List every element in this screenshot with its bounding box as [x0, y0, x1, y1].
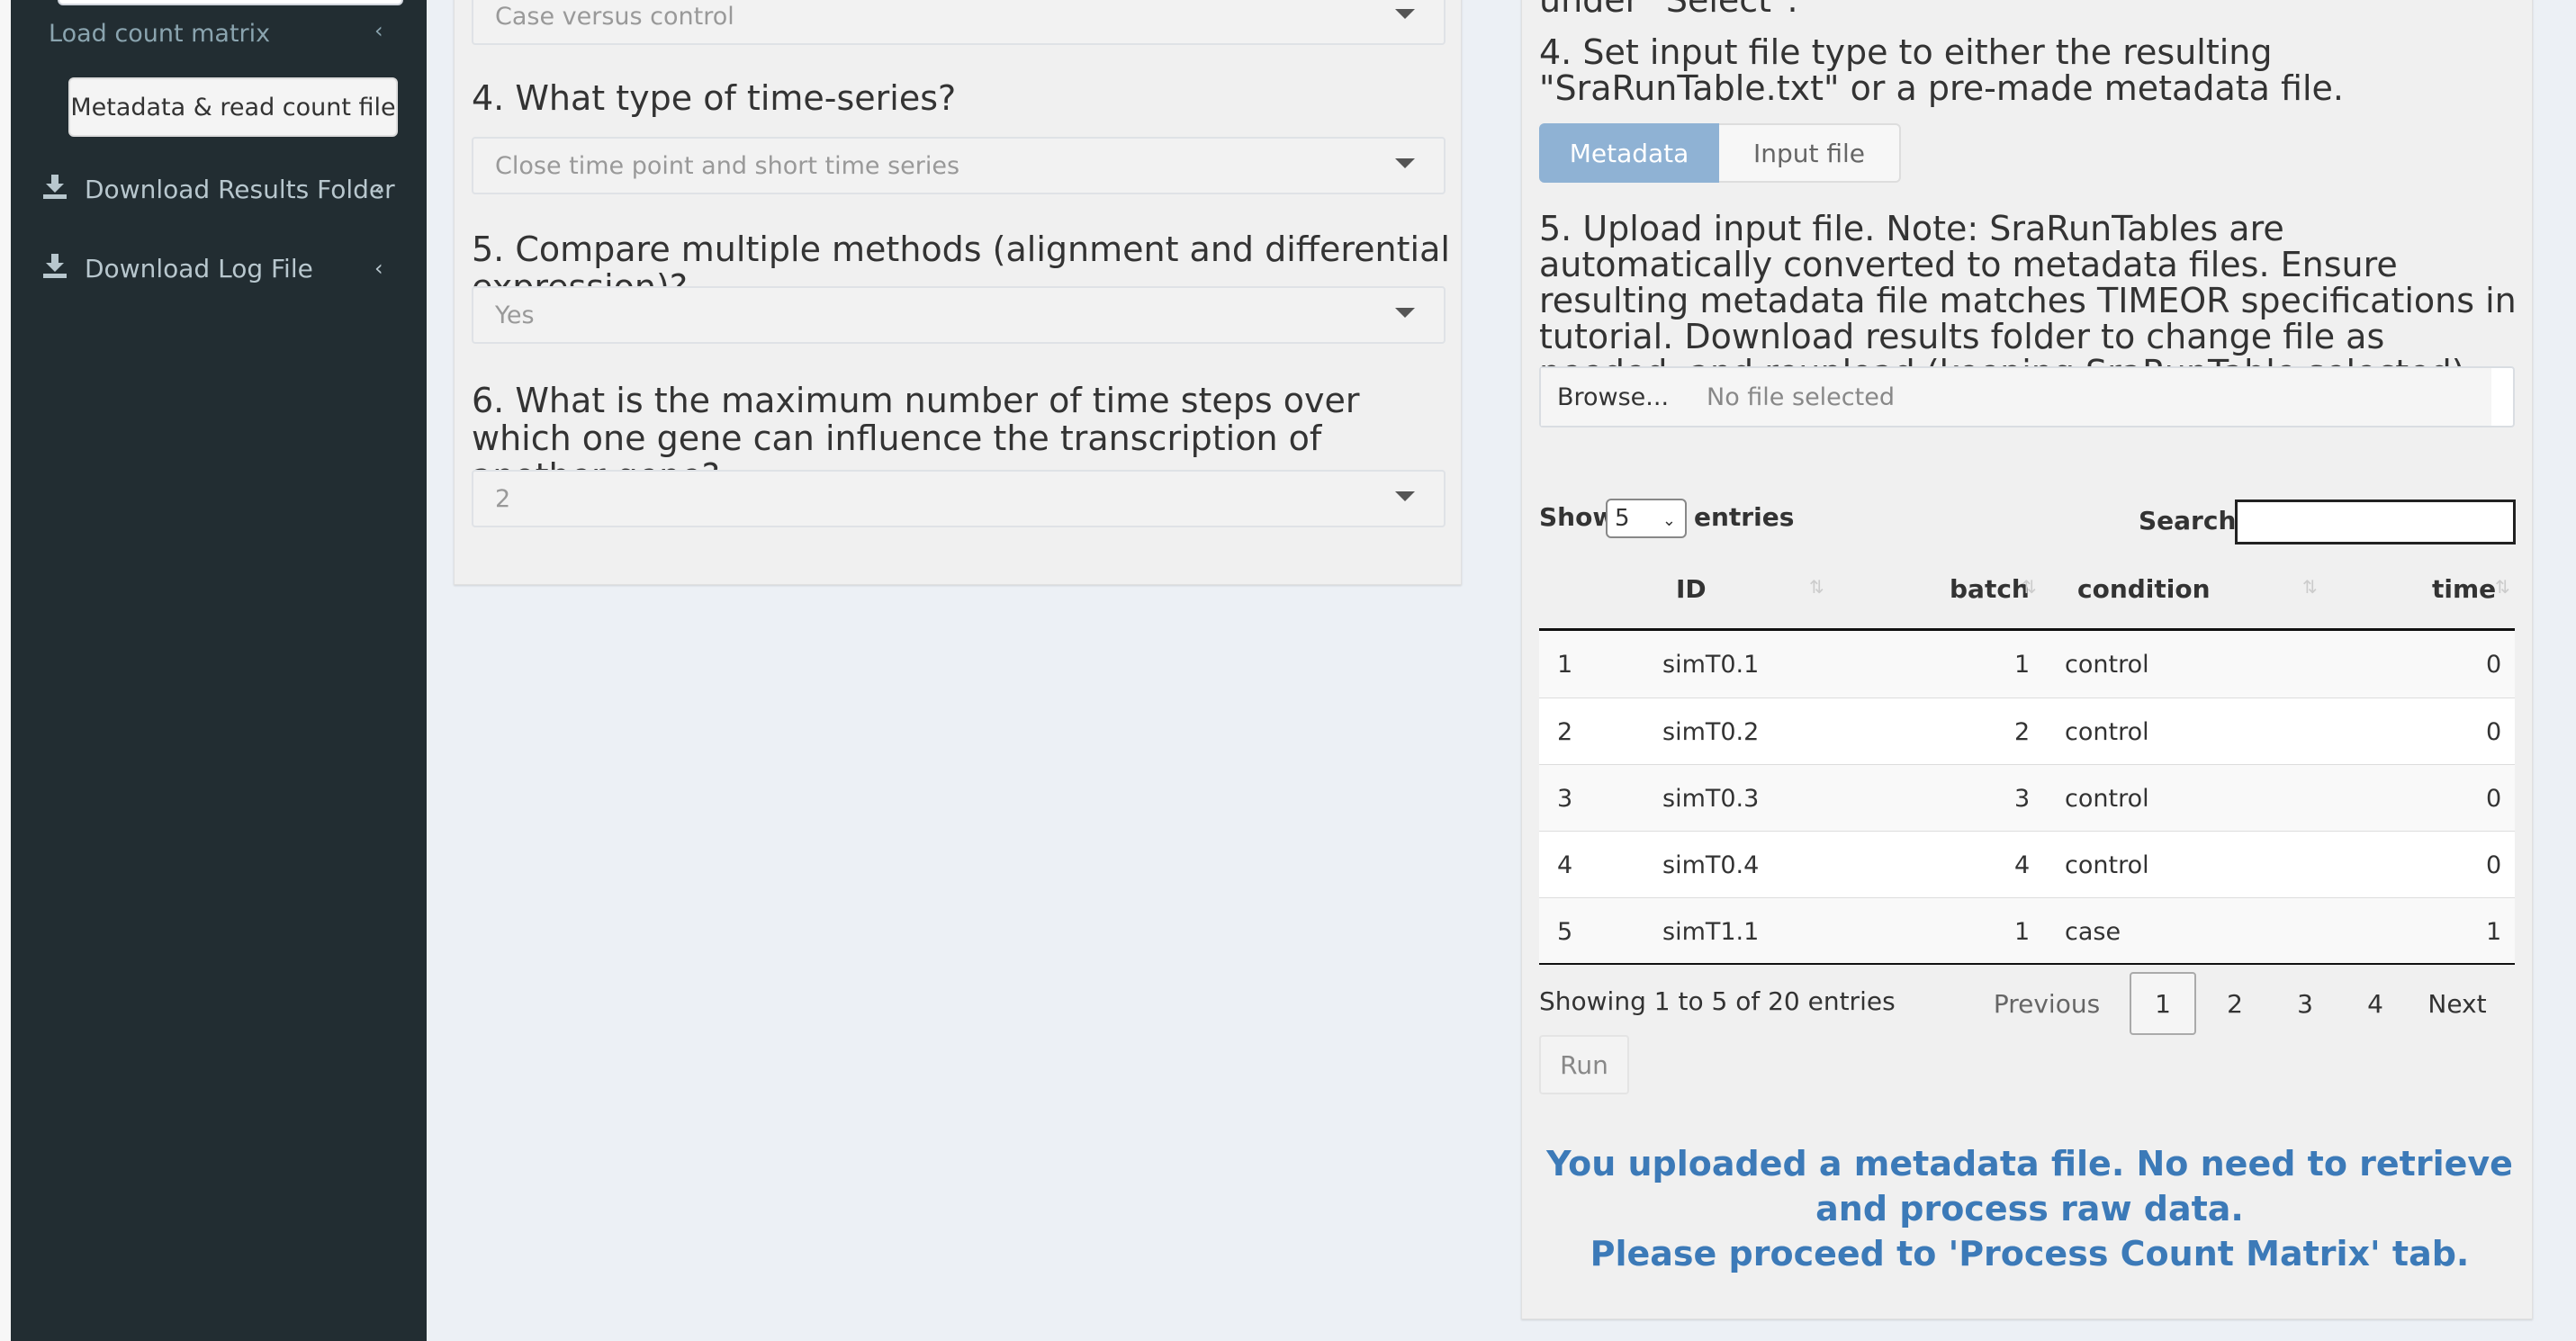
show-label: Show	[1539, 502, 1617, 532]
pagination-page-2[interactable]: 2	[2202, 972, 2268, 1035]
file-name-field[interactable]: No file selected	[1685, 368, 2491, 426]
row-index: 5	[1557, 917, 1573, 946]
sort-icon[interactable]: ⇅	[2495, 576, 2510, 598]
table-bottom-border	[1539, 963, 2515, 965]
status-message: You uploaded a metadata file. No need to…	[1539, 1141, 2520, 1276]
cell-time: 0	[2486, 650, 2502, 679]
cell-batch: 3	[2014, 784, 2031, 813]
row-index: 1	[1557, 650, 1573, 679]
column-header-time[interactable]: time	[2432, 574, 2496, 604]
cell-time: 0	[2486, 784, 2502, 813]
status-message-line-1: You uploaded a metadata file. No need to…	[1546, 1144, 2513, 1228]
cell-batch: 1	[2014, 650, 2031, 679]
pagination-page-1[interactable]: 1	[2130, 972, 2196, 1035]
cell-condition: control	[2065, 784, 2149, 813]
table-info: Showing 1 to 5 of 20 entries	[1539, 986, 1896, 1016]
select-value: Close time point and short time series	[495, 151, 960, 180]
table-row: 2 simT0.2 2 control 0	[1539, 698, 2515, 765]
sort-icon[interactable]: ⇅	[1809, 576, 1824, 598]
cell-condition: control	[2065, 850, 2149, 879]
status-message-line-2: Please proceed to 'Process Count Matrix'…	[1590, 1234, 2470, 1274]
toggle-input-file[interactable]: Input file	[1719, 123, 1901, 183]
cell-time: 1	[2486, 917, 2502, 946]
select-value: Yes	[495, 301, 535, 329]
cell-id: simT0.4	[1662, 850, 1760, 879]
select-value: 2	[495, 484, 511, 513]
search-input[interactable]	[2235, 500, 2516, 544]
table-row: 4 simT0.4 4 control 0	[1539, 832, 2515, 898]
step3-text-tail: under "Select".	[1539, 0, 1798, 20]
download-icon	[41, 173, 68, 206]
cell-time: 0	[2486, 850, 2502, 879]
cell-time: 0	[2486, 717, 2502, 746]
caret-down-icon	[1395, 9, 1415, 19]
metadata-read-count-button[interactable]: Metadata & read count file	[68, 77, 398, 137]
entries-label: entries	[1694, 502, 1795, 532]
search-label: Search:	[2139, 506, 2247, 536]
pagination-page-3[interactable]: 3	[2272, 972, 2338, 1035]
entries-select[interactable]: 5 ⌄	[1606, 499, 1687, 538]
step5-text: 5. Upload input file. Note: SraRunTables…	[1539, 209, 2517, 391]
max-time-steps-select[interactable]: 2	[472, 470, 1446, 527]
sidebar-item-download-results[interactable]: Download Results Folder ‹	[11, 157, 427, 221]
chevron-left-icon: ‹	[374, 176, 383, 202]
sort-icon[interactable]: ⇅	[2302, 576, 2318, 598]
pagination-page-4[interactable]: 4	[2342, 972, 2409, 1035]
browse-button[interactable]: Browse...	[1541, 368, 1687, 426]
row-index: 3	[1557, 784, 1573, 813]
run-button[interactable]: Run	[1539, 1035, 1629, 1094]
sidebar-item-label: Download Results Folder	[85, 174, 395, 204]
sidebar-item-label: Download Log File	[85, 253, 313, 284]
experiment-design-select[interactable]: Case versus control	[472, 0, 1446, 45]
sidebar-item-download-log[interactable]: Download Log File ‹	[11, 236, 427, 301]
caret-down-icon	[1395, 491, 1415, 501]
pagination-next[interactable]: Next	[2412, 972, 2502, 1035]
table-row: 1 simT0.1 1 control 0	[1539, 631, 2515, 698]
cell-id: simT0.2	[1662, 717, 1760, 746]
pagination-previous[interactable]: Previous	[1984, 972, 2110, 1035]
column-header-condition[interactable]: condition	[2077, 574, 2211, 604]
cell-condition: case	[2065, 917, 2121, 946]
chevron-down-icon: ⌄	[1662, 511, 1676, 530]
table-row: 3 simT0.3 3 control 0	[1539, 765, 2515, 832]
table-row: 5 simT1.1 1 case 1	[1539, 898, 2515, 965]
time-series-type-select[interactable]: Close time point and short time series	[472, 137, 1446, 194]
cell-batch: 4	[2014, 850, 2031, 879]
step4-text: 4. Set input file type to either the res…	[1539, 32, 2344, 108]
cell-id: simT1.1	[1662, 917, 1760, 946]
sort-icon[interactable]: ⇅	[2022, 576, 2037, 598]
select-value: 5	[1615, 505, 1630, 532]
cell-batch: 1	[2014, 917, 2031, 946]
cell-id: simT0.3	[1662, 784, 1760, 813]
compare-methods-select[interactable]: Yes	[472, 286, 1446, 344]
cell-batch: 2	[2014, 717, 2031, 746]
file-upload: Browse... No file selected	[1539, 366, 2515, 428]
cell-id: simT0.1	[1662, 650, 1760, 679]
chevron-left-icon: ‹	[374, 18, 383, 43]
cell-condition: control	[2065, 717, 2149, 746]
caret-down-icon	[1395, 308, 1415, 318]
select-value: Case versus control	[495, 2, 734, 31]
chevron-left-icon: ‹	[374, 256, 383, 281]
question-time-series-type: 4. What type of time-series?	[472, 78, 957, 118]
sidebar-item-label: Load count matrix	[49, 20, 271, 48]
column-header-id[interactable]: ID	[1676, 574, 1707, 604]
sidebar-top-button[interactable]	[58, 0, 403, 5]
download-icon	[41, 252, 68, 285]
column-header-batch[interactable]: batch	[1950, 574, 2030, 604]
row-index: 2	[1557, 717, 1573, 746]
toggle-metadata[interactable]: Metadata	[1539, 123, 1719, 183]
sidebar: Load count matrix ‹ Metadata & read coun…	[11, 0, 427, 1341]
row-index: 4	[1557, 850, 1573, 879]
window-edge	[0, 0, 11, 1341]
cell-condition: control	[2065, 650, 2149, 679]
caret-down-icon	[1395, 158, 1415, 168]
